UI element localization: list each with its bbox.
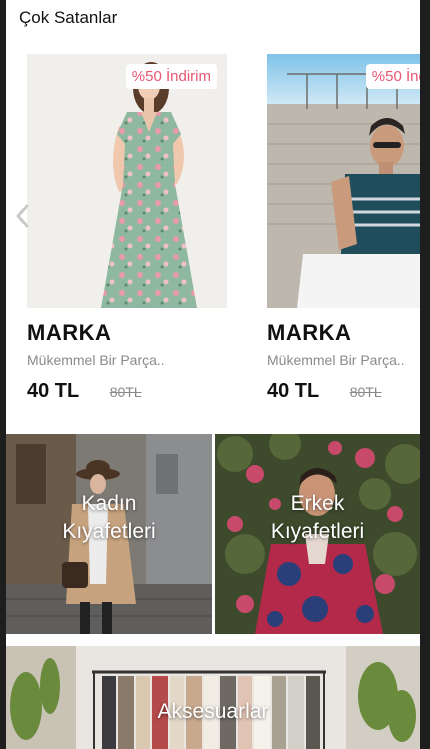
product-old-price: 80TL bbox=[349, 384, 382, 400]
price-row: 40 TL 80TL bbox=[27, 380, 227, 403]
chevron-left-icon[interactable] bbox=[12, 202, 34, 230]
product-description: Mükemmel Bir Parça.. bbox=[267, 352, 405, 368]
category-label-line: Erkek bbox=[290, 492, 345, 515]
price-row: 40 TL 80TL bbox=[267, 380, 420, 403]
section-title: Çok Satanlar bbox=[19, 8, 118, 27]
bestsellers-carousel[interactable]: %50 İndirim MARKA Mükemmel Bir Parça.. 4… bbox=[6, 40, 420, 430]
category-label-line: Kıyafetleri bbox=[62, 520, 156, 543]
page: Çok Satanlar %50 İndirim MARKA Mükemmel … bbox=[6, 0, 420, 749]
product-image[interactable]: %50 İndirim bbox=[267, 54, 420, 308]
category-label: Erkek Kıyafetleri bbox=[215, 490, 420, 546]
product-price: 40 TL bbox=[27, 380, 80, 402]
product-card[interactable]: %50 İndirim MARKA Mükemmel Bir Parça.. 4… bbox=[267, 54, 420, 426]
product-card[interactable]: %50 İndirim MARKA Mükemmel Bir Parça.. 4… bbox=[27, 54, 227, 426]
product-brand: MARKA bbox=[27, 320, 112, 345]
product-old-price: 80TL bbox=[109, 384, 142, 400]
product-description: Mükemmel Bir Parça.. bbox=[27, 352, 165, 368]
category-label-line: Kadın bbox=[81, 492, 137, 515]
product-brand: MARKA bbox=[267, 320, 352, 345]
category-women[interactable]: Kadın Kıyafetleri bbox=[6, 434, 212, 634]
category-label: Kadın Kıyafetleri bbox=[6, 490, 212, 546]
product-price: 40 TL bbox=[267, 380, 320, 402]
category-men[interactable]: Erkek Kıyafetleri bbox=[215, 434, 420, 634]
discount-badge: %50 İndirim bbox=[365, 64, 420, 89]
discount-badge: %50 İndirim bbox=[125, 64, 217, 89]
product-image[interactable]: %50 İndirim bbox=[27, 54, 227, 308]
category-accessories[interactable]: Aksesuarlar bbox=[6, 646, 420, 749]
category-label: Aksesuarlar bbox=[157, 700, 269, 723]
category-label-line: Kıyafetleri bbox=[270, 520, 365, 543]
